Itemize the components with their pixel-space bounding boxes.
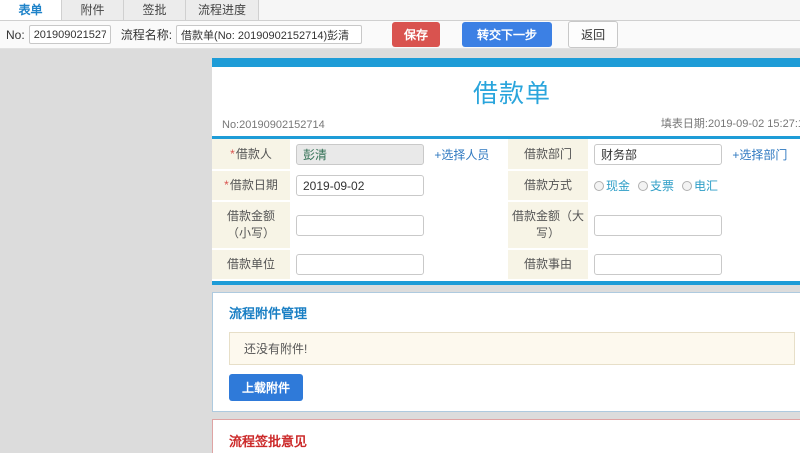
department-input[interactable] — [594, 144, 722, 165]
borrower-label-cell: *借款人 — [212, 139, 290, 171]
no-input[interactable] — [28, 25, 111, 44]
radio-check[interactable]: 支票 — [638, 177, 674, 194]
no-attachments-message: 还没有附件! — [229, 332, 795, 365]
loan-reason-input[interactable] — [594, 254, 722, 275]
department-label-cell: 借款部门 — [508, 139, 588, 171]
upload-attachment-button[interactable]: 上载附件 — [229, 374, 304, 401]
required-mark: * — [224, 178, 229, 192]
radio-circle-icon — [638, 180, 649, 191]
back-button[interactable]: 返回 — [568, 21, 619, 48]
select-department-link[interactable]: +选择部门 — [732, 148, 787, 162]
save-button[interactable]: 保存 — [392, 22, 441, 47]
amount-upper-label-cell: 借款金额（大写） — [508, 201, 588, 250]
loan-method-radio-group: 现金 支票 电汇 — [594, 177, 800, 194]
loan-unit-label-cell: 借款单位 — [212, 249, 290, 281]
borrower-input[interactable] — [296, 144, 424, 165]
radio-wire[interactable]: 电汇 — [682, 177, 718, 194]
tab-process-progress[interactable]: 流程进度 — [186, 0, 260, 20]
loan-form-table: *借款人 +选择人员 借款部门 +选择部门 *借款日期 — [212, 139, 800, 281]
amount-lowercase-input[interactable] — [296, 214, 424, 236]
amount-uppercase-input[interactable] — [594, 214, 722, 236]
required-mark: * — [230, 146, 235, 161]
main-content: 借款单 No:20190902152714 填表日期:2019-09-02 15… — [0, 49, 800, 453]
approval-panel: 流程签批意见 B I abc — [212, 419, 800, 453]
radio-cash[interactable]: 现金 — [594, 177, 630, 194]
loan-form-panel: 借款单 No:20190902152714 填表日期:2019-09-02 15… — [212, 58, 800, 285]
process-name-label: 流程名称: — [120, 28, 173, 42]
panel-top-accent-bar — [212, 58, 800, 67]
select-person-link[interactable]: +选择人员 — [434, 148, 489, 162]
loan-method-label-cell: 借款方式 — [508, 170, 588, 202]
attachments-header: 流程附件管理 — [229, 306, 308, 321]
table-row: 借款单位 借款事由 — [212, 249, 800, 281]
amount-lower-label-cell: 借款金额（小写） — [212, 201, 290, 250]
table-row: *借款日期 借款方式 现金 支票 — [212, 170, 800, 202]
panel-bottom-accent-bar — [212, 281, 800, 285]
tab-attachments[interactable]: 附件 — [62, 0, 124, 20]
no-label: No: — [6, 27, 25, 42]
loan-date-label-cell: *借款日期 — [212, 170, 290, 202]
next-step-button[interactable]: 转交下一步 — [462, 22, 553, 47]
radio-circle-icon — [594, 180, 604, 191]
tab-bar: 表单 附件 签批 流程进度 — [0, 0, 800, 21]
radio-circle-icon — [682, 180, 693, 191]
approval-header: 流程签批意见 — [229, 434, 308, 449]
table-row: 借款金额（小写） 借款金额（大写） — [212, 201, 800, 250]
action-toolbar: No: 流程名称: 保存 转交下一步 返回 — [0, 21, 800, 49]
tab-bar-filler — [259, 0, 800, 20]
table-row: *借款人 +选择人员 借款部门 +选择部门 — [212, 139, 800, 171]
fill-date-text: 填表日期:2019-09-02 15:27:1 — [660, 118, 800, 130]
loan-date-input[interactable] — [296, 175, 424, 196]
loan-reason-label-cell: 借款事由 — [508, 249, 588, 281]
process-name-input[interactable] — [176, 25, 363, 44]
tab-form[interactable]: 表单 — [0, 0, 62, 20]
form-title: 借款单 — [472, 80, 551, 108]
tab-approval[interactable]: 签批 — [124, 0, 186, 20]
loan-unit-input[interactable] — [296, 254, 424, 275]
form-no-text: No:20190902152714 — [222, 119, 325, 131]
attachments-panel: 流程附件管理 还没有附件! 上载附件 — [212, 292, 800, 412]
